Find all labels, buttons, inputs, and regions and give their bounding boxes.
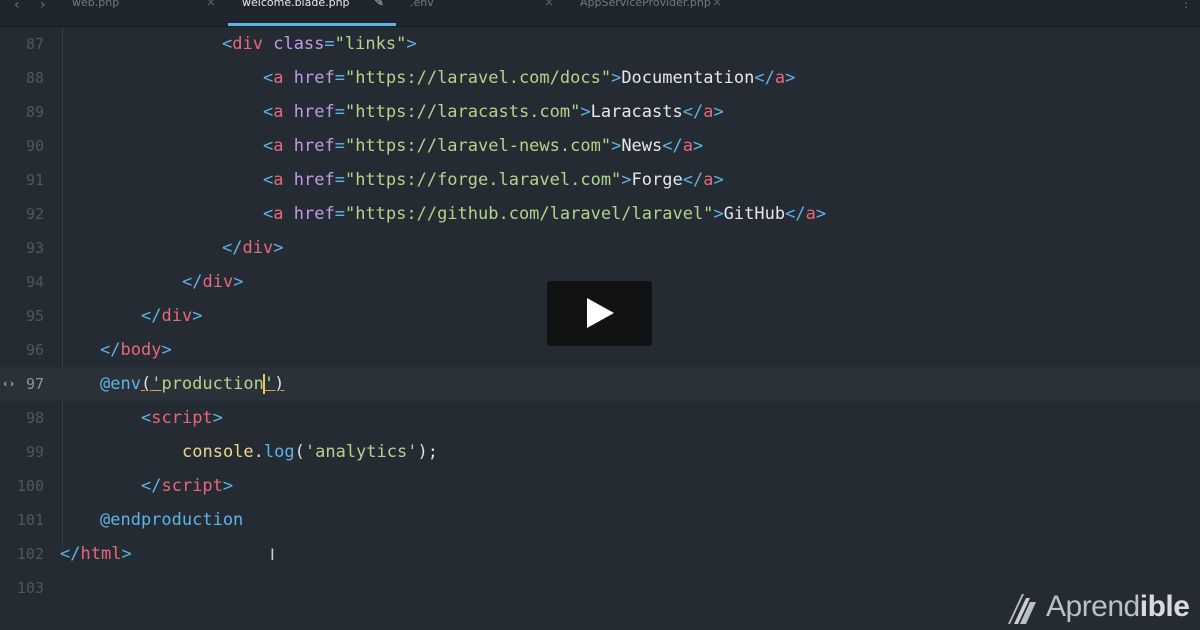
tab-label: welcome.blade.php [242,0,350,9]
code-line[interactable]: 89 <a href="https://laracasts.com">Larac… [0,95,1200,129]
back-arrow-icon[interactable]: ‹ [14,0,20,13]
code-line[interactable]: 101 @endproduction [0,503,1200,537]
tab-label: web.php [72,0,120,9]
line-number: 87 [25,35,44,53]
line-number: 89 [25,103,44,121]
line-number: 88 [25,69,44,87]
line-number: 99 [25,443,44,461]
code-text: <script> [141,408,223,428]
code-text: <a href="https://forge.laravel.com">Forg… [263,170,724,190]
tab-label: .env [410,0,434,9]
line-number: 103 [16,579,44,597]
line-number: 102 [16,545,44,563]
code-text: <a href="https://laravel-news.com">News<… [263,136,704,156]
code-text: <div class="links"> [222,34,417,54]
line-number: 95 [25,307,44,325]
code-line[interactable]: 93 </div> [0,231,1200,265]
tab-label: AppServiceProvider.php [580,0,711,9]
active-tab-indicator [228,23,396,26]
tab-bar: ‹ › web.php × welcome.blade.php ✎ .env ×… [0,0,1200,27]
line-number: 94 [25,273,44,291]
brand-name: Aprendible [1046,590,1190,623]
code-text: console.log('analytics'); [182,442,438,462]
video-play-button[interactable] [547,281,652,346]
code-line[interactable]: 100 </script> [0,469,1200,503]
tab-overflow-icon[interactable]: ⋮ [1180,0,1192,10]
line-number: 98 [25,409,44,427]
code-line-current[interactable]: ‹› 97 @env('production') [0,367,1200,401]
code-text: </body> [100,340,172,360]
code-text: @endproduction [100,510,244,530]
forward-arrow-icon[interactable]: › [40,0,46,13]
code-line[interactable]: 92 <a href="https://github.com/laravel/l… [0,197,1200,231]
code-text: <a href="https://laracasts.com">Laracast… [263,102,724,122]
line-number: 93 [25,239,44,257]
modified-pencil-icon[interactable]: ✎ [374,0,384,9]
code-line[interactable]: 90 <a href="https://laravel-news.com">Ne… [0,129,1200,163]
aprendible-logo-icon [1008,594,1036,624]
code-text: </script> [141,476,234,496]
line-number: 97 [25,375,44,393]
code-line[interactable]: 98 <script> [0,401,1200,435]
code-line[interactable]: 88 <a href="https://laravel.com/docs">Do… [0,61,1200,95]
code-text: @env('production') [100,374,285,394]
code-line[interactable]: 102 </html> [0,537,1200,571]
code-text: </div> [141,306,203,326]
line-number: 101 [16,511,44,529]
play-icon [587,298,614,328]
close-icon[interactable]: × [544,0,554,9]
tab-env[interactable]: .env × [410,0,560,26]
code-text: </div> [182,272,244,292]
code-line[interactable]: 91 <a href="https://forge.laravel.com">F… [0,163,1200,197]
close-icon[interactable]: × [712,0,722,9]
line-number: 92 [25,205,44,223]
code-line[interactable]: 87 <div class="links"> [0,27,1200,61]
tab-web-php[interactable]: web.php × [72,0,222,26]
line-number: 91 [25,171,44,189]
code-text: <a href="https://laravel.com/docs">Docum… [263,68,796,88]
line-number: 96 [25,341,44,359]
line-number: 90 [25,137,44,155]
close-icon[interactable]: × [206,0,216,9]
line-number: 100 [16,477,44,495]
code-text: </html> [60,544,132,564]
ibeam-cursor-icon: I [270,545,275,564]
brand-watermark: Aprendible [1006,590,1192,630]
tab-appserviceprovider-php[interactable]: AppServiceProvider.php × [580,0,730,26]
code-line[interactable]: 99 console.log('analytics'); [0,435,1200,469]
code-text: <a href="https://github.com/laravel/lara… [263,204,827,224]
code-text: </div> [222,238,284,258]
